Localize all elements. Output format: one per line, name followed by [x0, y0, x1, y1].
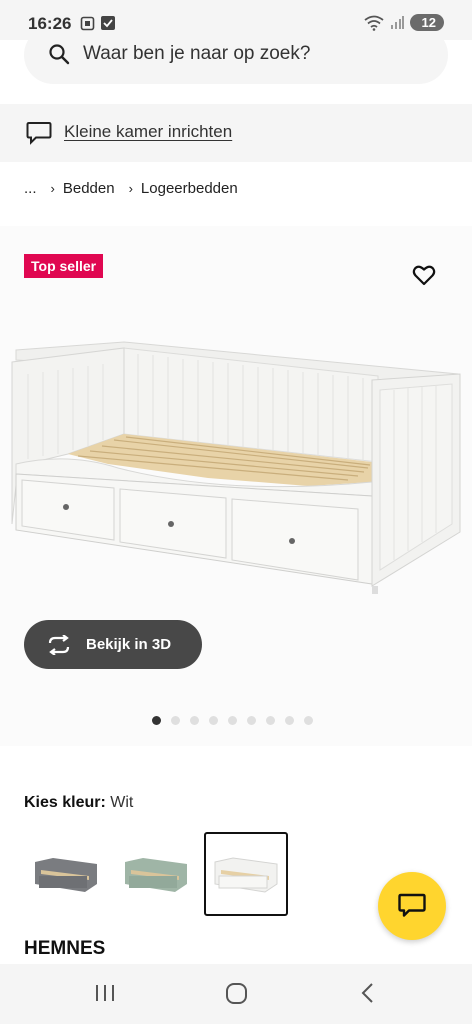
pagination-dot[interactable]: [247, 716, 256, 725]
status-bar: 16:26 12: [0, 0, 472, 40]
status-time: 16:26: [28, 14, 72, 33]
product-image[interactable]: [8, 334, 464, 594]
top-seller-badge: Top seller: [24, 254, 104, 278]
swatch-green[interactable]: [114, 832, 198, 916]
heart-icon[interactable]: [412, 264, 436, 286]
status-system-icons: 12: [363, 14, 444, 31]
pagination-dot[interactable]: [171, 716, 180, 725]
swatch-white[interactable]: [204, 832, 288, 916]
status-notification-icons: [80, 16, 115, 31]
pagination-dot[interactable]: [304, 716, 313, 725]
download-check-icon: [101, 16, 115, 30]
back-icon[interactable]: [360, 982, 376, 1004]
search-placeholder: Waar ben je naar op zoek?: [83, 43, 311, 64]
color-chooser-label: Kies kleur: Wit: [24, 794, 133, 812]
product-gallery: Top seller Bekijk in 3D: [0, 226, 472, 746]
search-icon: [49, 44, 70, 65]
view-3d-button[interactable]: Bekijk in 3D: [24, 620, 202, 669]
product-name: HEMNES: [24, 938, 106, 959]
chevron-right-icon: ›: [128, 181, 133, 196]
color-swatches: [24, 832, 288, 916]
view-3d-label: Bekijk in 3D: [86, 636, 172, 653]
chevron-right-icon: ›: [50, 181, 55, 196]
color-label-text: Kies kleur:: [24, 794, 106, 811]
wifi-icon: [363, 15, 384, 31]
swatch-green-image: [125, 858, 187, 892]
breadcrumb-ellipsis[interactable]: ...: [24, 180, 37, 197]
swatch-grey-image: [35, 858, 97, 892]
signal-icon: [390, 15, 404, 29]
color-value: Wit: [110, 794, 134, 811]
pagination-dot[interactable]: [209, 716, 218, 725]
breadcrumb-item-logeerbedden[interactable]: Logeerbedden: [141, 180, 238, 197]
battery-indicator: 12: [409, 14, 444, 31]
pagination-dot[interactable]: [285, 716, 294, 725]
recent-apps-icon[interactable]: [94, 982, 116, 1004]
rotate-3d-icon: [48, 634, 70, 655]
swatch-white-image: [214, 857, 278, 893]
pagination-dot[interactable]: [152, 716, 161, 725]
room-banner[interactable]: Kleine kamer inrichten: [0, 104, 472, 162]
breadcrumb: ... › Bedden › Logeerbedden: [24, 180, 238, 197]
breadcrumb-item-bedden[interactable]: Bedden: [63, 180, 115, 197]
screenshot-icon: [80, 16, 95, 31]
chat-bubble-icon: [26, 122, 52, 145]
chat-icon: [398, 893, 426, 917]
pagination-dot[interactable]: [190, 716, 199, 725]
chat-button[interactable]: [378, 872, 446, 940]
pagination-dot[interactable]: [266, 716, 275, 725]
swatch-grey[interactable]: [24, 832, 108, 916]
room-link[interactable]: Kleine kamer inrichten: [64, 122, 232, 142]
home-icon[interactable]: [225, 982, 249, 1006]
pagination-dot[interactable]: [228, 716, 237, 725]
image-pagination: [152, 716, 313, 725]
system-nav-bar: [0, 964, 472, 1024]
